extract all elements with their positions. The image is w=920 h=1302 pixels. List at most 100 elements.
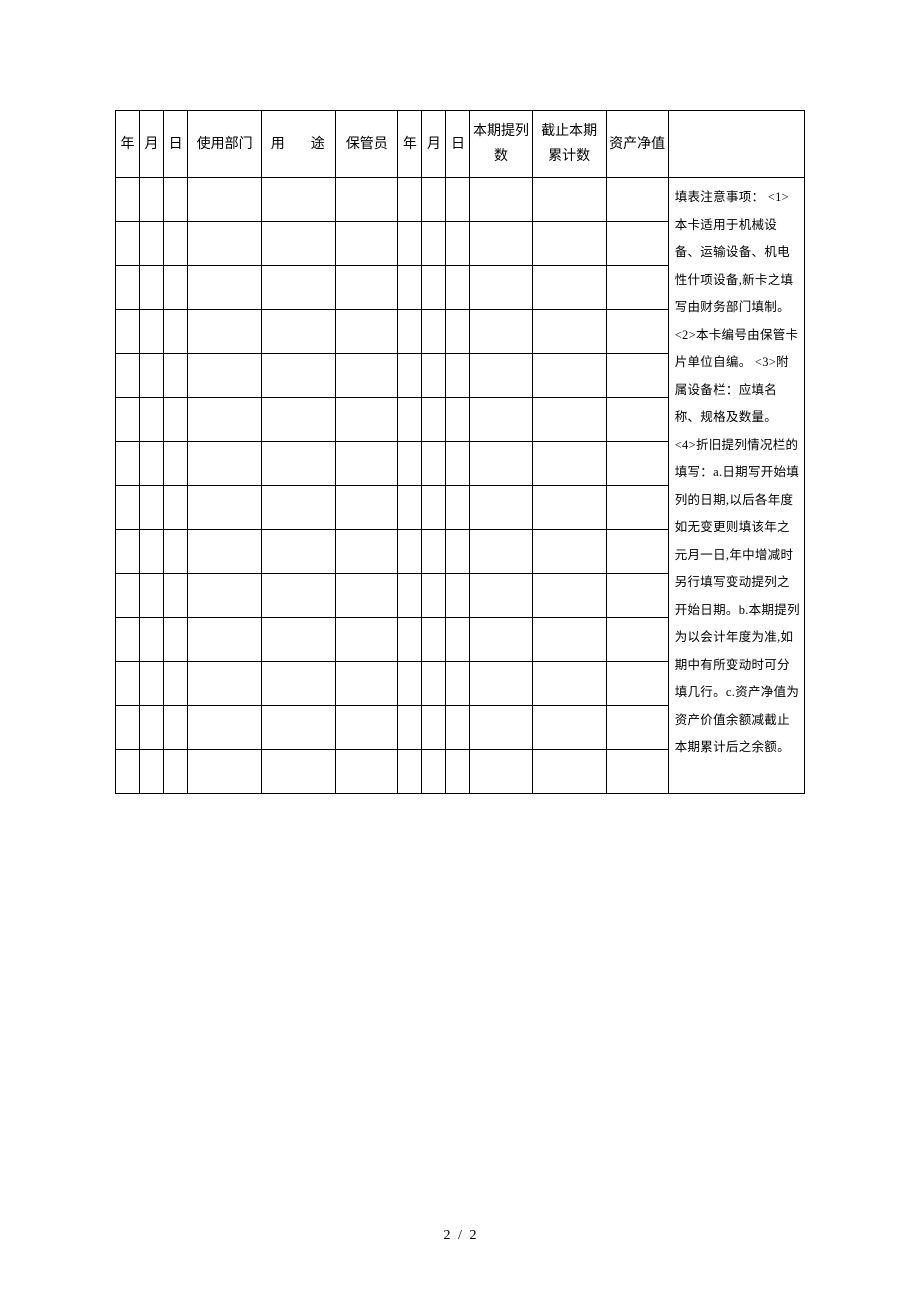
table-cell [188,222,262,266]
table-cell [606,662,668,706]
table-cell [188,530,262,574]
table-cell [606,178,668,222]
table-cell [606,750,668,794]
table-cell [606,618,668,662]
table-cell [446,354,470,398]
table-cell [422,750,446,794]
table-cell [532,442,606,486]
table-cell [262,486,336,530]
table-cell [532,222,606,266]
table-cell [140,530,164,574]
table-cell [164,178,188,222]
table-cell [532,398,606,442]
table-cell [398,662,422,706]
table-cell [336,310,398,354]
table-cell [398,750,422,794]
table-cell [422,266,446,310]
table-cell [532,486,606,530]
table-cell [140,662,164,706]
table-cell [188,662,262,706]
table-cell [140,574,164,618]
table-cell [262,310,336,354]
table-cell [336,266,398,310]
table-cell [116,618,140,662]
table-cell [470,706,532,750]
table-cell [470,222,532,266]
table-cell [422,178,446,222]
table-cell [422,618,446,662]
table-cell [446,574,470,618]
header-net-value: 资产净值 [606,111,668,178]
table-cell [470,662,532,706]
table-cell [164,266,188,310]
table-cell [422,530,446,574]
table-cell [470,750,532,794]
table-cell [164,222,188,266]
table-cell [606,530,668,574]
table-cell [262,398,336,442]
header-day: 日 [164,111,188,178]
table-cell [446,750,470,794]
table-cell [470,530,532,574]
table-cell [116,662,140,706]
page-content: 年 月 日 使用部门 用 途 保管员 年 月 日 本期提列数 截止本期累计数 资… [0,0,920,794]
table-cell [470,354,532,398]
table-cell [398,486,422,530]
table-cell [532,618,606,662]
table-cell [532,530,606,574]
table-cell [422,310,446,354]
table-cell [336,222,398,266]
table-cell [262,530,336,574]
table-cell [532,266,606,310]
table-header-row: 年 月 日 使用部门 用 途 保管员 年 月 日 本期提列数 截止本期累计数 资… [116,111,805,178]
table-cell [446,310,470,354]
table-cell [336,178,398,222]
table-cell [164,574,188,618]
table-cell [188,442,262,486]
table-cell [398,618,422,662]
header-year2: 年 [398,111,422,178]
header-cumulative: 截止本期累计数 [532,111,606,178]
table-cell [446,398,470,442]
table-cell [398,354,422,398]
table-cell [422,574,446,618]
table-cell [446,662,470,706]
header-current-period: 本期提列数 [470,111,532,178]
table-cell [336,530,398,574]
table-cell [188,354,262,398]
table-cell [188,574,262,618]
table-cell [606,354,668,398]
table-cell [116,266,140,310]
table-cell [336,750,398,794]
table-cell [188,310,262,354]
table-cell [422,398,446,442]
table-cell [606,398,668,442]
table-cell [116,574,140,618]
table-cell [140,486,164,530]
table-cell [336,354,398,398]
table-cell [262,442,336,486]
table-cell [532,574,606,618]
table-cell [140,266,164,310]
table-cell [470,574,532,618]
table-cell [532,354,606,398]
table-cell [606,442,668,486]
table-row: 填表注意事项： <1>本卡适用于机械设备、运输设备、机电性什项设备,新卡之填写由… [116,178,805,222]
table-cell [116,354,140,398]
table-cell [140,442,164,486]
table-cell [606,486,668,530]
notes-cell: 填表注意事项： <1>本卡适用于机械设备、运输设备、机电性什项设备,新卡之填写由… [668,178,804,794]
table-cell [606,222,668,266]
total-page-number: 2 [469,1228,476,1243]
table-cell [446,618,470,662]
table-cell [532,750,606,794]
table-cell [336,398,398,442]
table-cell [188,178,262,222]
table-cell [422,354,446,398]
table-cell [606,574,668,618]
table-cell [140,618,164,662]
table-cell [116,530,140,574]
table-cell [188,398,262,442]
header-notes-empty [668,111,804,178]
table-cell [398,574,422,618]
